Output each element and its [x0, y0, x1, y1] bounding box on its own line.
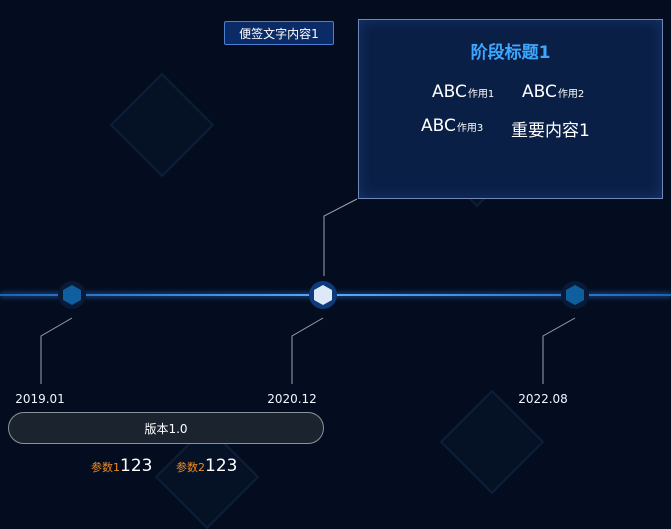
param-value: 123 [120, 456, 153, 476]
stage-metric-4: 重要内容1 [511, 116, 590, 141]
milestone-node-3[interactable] [560, 280, 590, 310]
sticky-note[interactable]: 便签文字内容1 [224, 21, 334, 45]
param-2: 参数2123 [176, 456, 237, 476]
stage-metric-main: ABC [421, 116, 456, 136]
stage-metric-sub: 作用3 [456, 123, 484, 134]
leader-line-3 [542, 317, 576, 384]
version-label: 版本1.0 [144, 421, 188, 436]
milestone-date-2: 2020.12 [267, 392, 317, 406]
stage-metric-main: ABC [522, 82, 557, 102]
stage-metric-sub: 作用1 [467, 89, 495, 100]
param-label: 参数1 [91, 461, 120, 474]
milestone-node-1[interactable] [57, 280, 87, 310]
stage-card[interactable]: 阶段标题1 ABC作用1 ABC作用2 ABC作用3 重要内容1 [358, 19, 663, 199]
param-1: 参数1123 [91, 456, 152, 476]
leader-line-card [323, 198, 358, 276]
milestone-date-3: 2022.08 [518, 392, 568, 406]
milestone-node-2[interactable] [308, 280, 338, 310]
stage-metric-3: ABC作用3 [421, 116, 483, 136]
milestone-date-1: 2019.01 [15, 392, 65, 406]
sticky-note-label: 便签文字内容1 [239, 26, 319, 41]
param-label: 参数2 [176, 461, 205, 474]
leader-line-1 [40, 317, 73, 384]
stage-metric-sub: 作用2 [557, 89, 585, 100]
stage-metric-2: ABC作用2 [522, 82, 584, 102]
param-value: 123 [205, 456, 238, 476]
stage-metric-main: 重要内容1 [511, 121, 590, 141]
stage-metric-1: ABC作用1 [432, 82, 494, 102]
timeline-canvas: 2019.01 2020.12 2022.08 便签文字内容1 阶段标题1 AB… [0, 0, 671, 529]
leader-line-2 [291, 317, 324, 384]
stage-metric-main: ABC [432, 82, 467, 102]
stage-title: 阶段标题1 [470, 43, 551, 63]
version-bar[interactable]: 版本1.0 [8, 412, 324, 444]
